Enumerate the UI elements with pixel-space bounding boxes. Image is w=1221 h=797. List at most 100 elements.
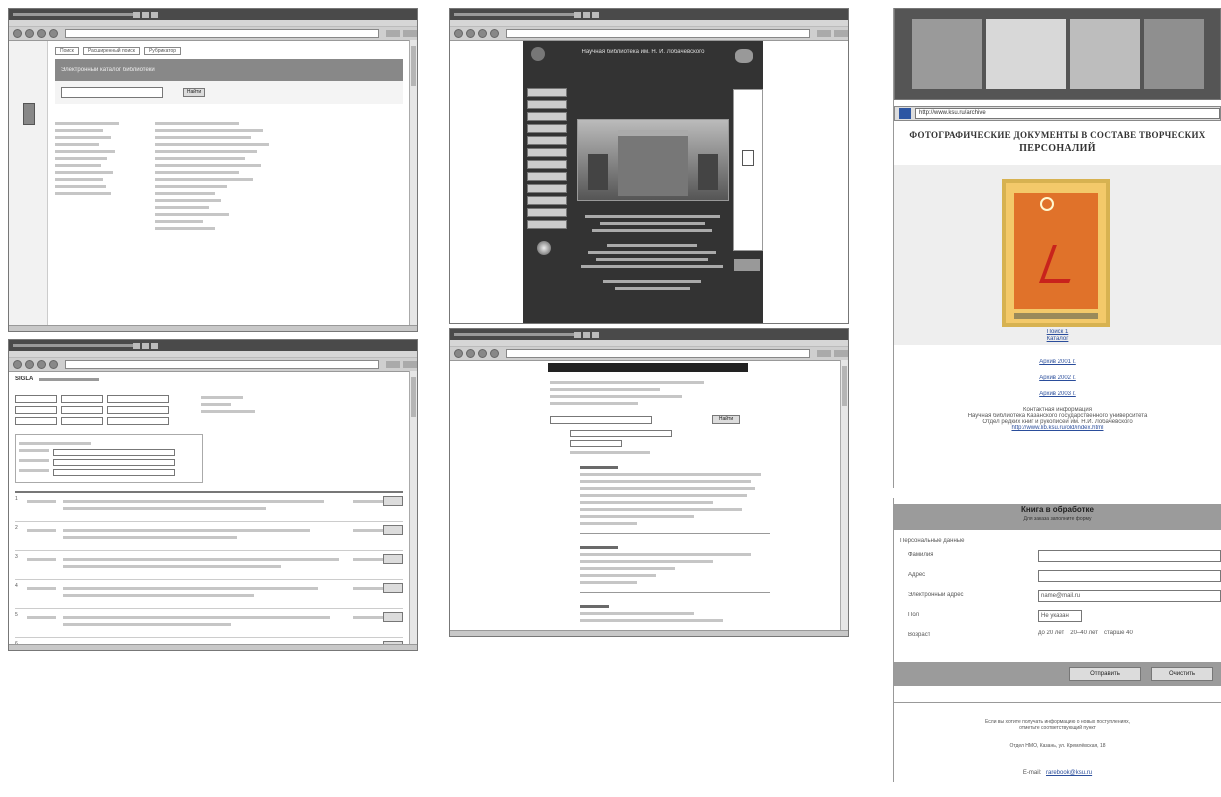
menu-bar[interactable]	[9, 20, 417, 27]
age-radio-3[interactable]: старше 40	[1104, 630, 1133, 636]
go-button[interactable]	[817, 350, 831, 357]
submit-button[interactable]: Отправить	[1069, 667, 1141, 681]
back-icon[interactable]	[454, 349, 463, 358]
back-icon[interactable]	[13, 29, 22, 38]
search-input[interactable]	[61, 87, 163, 98]
links-button[interactable]	[403, 30, 417, 37]
maximize-icon[interactable]	[142, 11, 149, 18]
reset-button[interactable]: Очистить	[1151, 667, 1213, 681]
menu-item[interactable]	[527, 124, 567, 133]
menu-item[interactable]	[527, 208, 567, 217]
doc-search-button[interactable]: Найти	[712, 415, 740, 424]
filter-select[interactable]	[15, 406, 57, 414]
filter-select[interactable]	[15, 395, 57, 403]
back-icon[interactable]	[454, 29, 463, 38]
filter-select[interactable]	[61, 395, 103, 403]
year-link-2003[interactable]: Архив 2003 г.	[894, 391, 1221, 397]
archive-address-bar[interactable]: http://www.ksu.ru/archive	[915, 108, 1220, 119]
table-row[interactable]: 1	[15, 493, 403, 522]
filter-select[interactable]	[15, 417, 57, 425]
filter-input[interactable]	[107, 406, 169, 414]
poster-image[interactable]	[1002, 179, 1110, 327]
menu-item[interactable]	[527, 112, 567, 121]
sort-select[interactable]	[53, 459, 175, 466]
stop-icon[interactable]	[478, 29, 487, 38]
close-icon[interactable]	[592, 11, 599, 18]
maximize-icon[interactable]	[583, 331, 590, 338]
sort-select[interactable]	[53, 469, 175, 476]
filter-select[interactable]	[61, 417, 103, 425]
links-button[interactable]	[834, 30, 848, 37]
close-icon[interactable]	[592, 331, 599, 338]
age-radio-1[interactable]: до 20 лет	[1038, 630, 1064, 636]
scrollbar[interactable]	[409, 40, 417, 326]
refresh-icon[interactable]	[49, 360, 58, 369]
doc-result[interactable]	[580, 546, 770, 593]
poster-link-2[interactable]: Каталог	[894, 336, 1221, 342]
doc-filter-select[interactable]	[570, 440, 622, 447]
tab-advanced[interactable]: Расширенный поиск	[82, 47, 140, 55]
filter-input[interactable]	[107, 395, 169, 403]
close-icon[interactable]	[151, 11, 158, 18]
doc-result[interactable]	[580, 605, 770, 622]
filter-select[interactable]	[61, 406, 103, 414]
forward-icon[interactable]	[25, 360, 34, 369]
email-input[interactable]: name@mail.ru	[1038, 590, 1221, 602]
minimize-icon[interactable]	[133, 11, 140, 18]
refresh-icon[interactable]	[490, 29, 499, 38]
maximize-icon[interactable]	[583, 11, 590, 18]
minimize-icon[interactable]	[574, 331, 581, 338]
address-bar[interactable]	[506, 29, 810, 38]
address-bar[interactable]	[65, 29, 379, 38]
search-button[interactable]: Найти	[183, 88, 205, 97]
tab-search[interactable]: Поиск	[55, 47, 79, 55]
menu-item[interactable]	[527, 220, 567, 229]
menu-item[interactable]	[527, 196, 567, 205]
maximize-icon[interactable]	[142, 342, 149, 349]
stop-icon[interactable]	[478, 349, 487, 358]
poster-link-1[interactable]: Поиск 1	[894, 329, 1221, 335]
menu-item[interactable]	[527, 172, 567, 181]
doc-filter-select[interactable]	[570, 430, 672, 437]
filter-input[interactable]	[107, 417, 169, 425]
menu-item[interactable]	[527, 136, 567, 145]
contacts-link[interactable]: http://www.lib.ksu.ru/old/index.html	[894, 425, 1221, 431]
back-icon[interactable]	[13, 360, 22, 369]
doc-result[interactable]	[580, 466, 770, 534]
menu-item[interactable]	[527, 100, 567, 109]
go-button[interactable]	[817, 30, 831, 37]
stop-icon[interactable]	[37, 29, 46, 38]
refresh-icon[interactable]	[490, 349, 499, 358]
close-icon[interactable]	[151, 342, 158, 349]
year-link-2002[interactable]: Архив 2002 г.	[894, 375, 1221, 381]
menu-bar[interactable]	[450, 20, 848, 27]
table-row[interactable]: 5	[15, 609, 403, 638]
forward-icon[interactable]	[25, 29, 34, 38]
surname-input[interactable]	[1038, 550, 1221, 562]
links-button[interactable]	[834, 350, 848, 357]
year-link-2001[interactable]: Архив 2001 г.	[894, 359, 1221, 365]
links-button[interactable]	[403, 361, 417, 368]
scrollbar[interactable]	[409, 371, 417, 645]
menu-item[interactable]	[527, 88, 567, 97]
tab-rubricator[interactable]: Рубрикатор	[143, 47, 182, 55]
sort-select[interactable]	[53, 449, 175, 456]
menu-bar[interactable]	[450, 340, 848, 347]
address-bar[interactable]	[65, 360, 379, 369]
forward-icon[interactable]	[466, 29, 475, 38]
doc-search-input[interactable]	[550, 415, 652, 424]
address-input[interactable]	[1038, 570, 1221, 582]
forward-icon[interactable]	[466, 349, 475, 358]
go-button[interactable]	[386, 361, 400, 368]
menu-item[interactable]	[527, 184, 567, 193]
menu-item[interactable]	[527, 160, 567, 169]
refresh-icon[interactable]	[49, 29, 58, 38]
age-radio-2[interactable]: 20–40 лет	[1070, 630, 1098, 636]
go-button[interactable]	[386, 30, 400, 37]
minimize-icon[interactable]	[133, 342, 140, 349]
table-row[interactable]: 2	[15, 522, 403, 551]
table-row[interactable]: 4	[15, 580, 403, 609]
scrollbar[interactable]	[840, 360, 848, 631]
stop-icon[interactable]	[37, 360, 46, 369]
address-bar[interactable]	[506, 349, 810, 358]
